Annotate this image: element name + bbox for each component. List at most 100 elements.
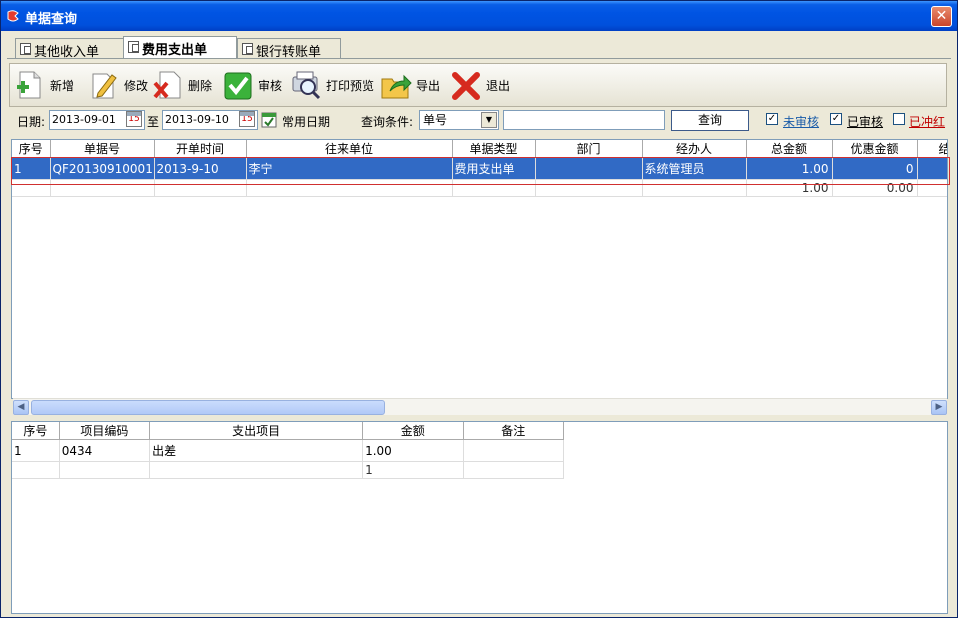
summary-cell: 1.00 xyxy=(746,179,833,197)
export-label: 导出 xyxy=(416,78,441,93)
tab-label: 费用支出单 xyxy=(142,43,208,58)
new-label: 新增 xyxy=(50,78,75,93)
delete-button[interactable]: 删除 xyxy=(152,68,212,102)
table-row[interactable]: 1 QF20130910001 2013-9-10 李宁 费用支出单 系统管理员 1.00 0 xyxy=(12,157,947,180)
scroll-left-icon[interactable]: ◀ xyxy=(13,400,29,415)
column-header[interactable]: 经办人 xyxy=(642,140,747,158)
summary-cell xyxy=(149,461,364,479)
query-text-input[interactable] xyxy=(503,110,665,130)
column-header[interactable]: 部门 xyxy=(535,140,643,158)
query-button[interactable]: 查询 xyxy=(671,110,749,131)
scroll-thumb[interactable] xyxy=(31,400,385,415)
summary-cell xyxy=(452,179,536,197)
query-condition-select[interactable]: 单号 ▼ xyxy=(419,110,499,130)
calendar-icon[interactable]: 15 xyxy=(239,111,255,127)
column-header[interactable]: 序号 xyxy=(12,422,60,440)
column-header[interactable]: 单据号 xyxy=(50,140,155,158)
column-header[interactable]: 结 xyxy=(917,140,947,158)
detail-table: 序号 项目编码 支出项目 金额 备注 1 0434 出差 1.00 1 xyxy=(12,422,565,479)
audited-checkbox[interactable]: ✓ xyxy=(830,113,842,125)
summary-cell xyxy=(246,179,453,197)
to-label: 至 xyxy=(147,115,160,129)
audited-label[interactable]: 已审核 xyxy=(847,113,883,130)
table-cell: 出差 xyxy=(149,439,364,462)
table-cell: 0 xyxy=(832,157,918,180)
tab-other-income[interactable]: 其他收入单 xyxy=(15,38,127,60)
table-row[interactable]: 1 0434 出差 1.00 xyxy=(12,439,565,462)
tab-bank-transfer[interactable]: 银行转账单 xyxy=(237,38,341,60)
horizontal-scrollbar[interactable]: ◀ ▶ xyxy=(13,398,947,415)
table-cell: 1 xyxy=(12,439,60,462)
column-header[interactable]: 优惠金额 xyxy=(832,140,918,158)
query-button-label: 查询 xyxy=(697,113,722,127)
new-button[interactable]: 新增 xyxy=(14,68,74,102)
table-cell xyxy=(535,157,643,180)
summary-cell xyxy=(642,179,747,197)
column-header[interactable]: 备注 xyxy=(463,422,565,440)
summary-cell xyxy=(535,179,643,197)
date-label: 日期: xyxy=(17,115,46,129)
print-preview-icon xyxy=(292,71,321,100)
close-button[interactable]: ✕ xyxy=(931,6,952,27)
table-cell xyxy=(463,439,565,462)
tab-expense[interactable]: 费用支出单 xyxy=(123,36,237,58)
export-button[interactable]: 导出 xyxy=(380,68,440,102)
summary-cell xyxy=(59,461,151,479)
summary-cell: 0.00 xyxy=(832,179,918,197)
bill-list-grid: 序号单据号开单时间往来单位单据类型部门经办人总金额优惠金额结 1QF201309… xyxy=(11,139,948,399)
detail-grid: 序号 项目编码 支出项目 金额 备注 1 0434 出差 1.00 1 xyxy=(11,421,948,614)
table-cell: 李宁 xyxy=(246,157,453,180)
calendar-icon[interactable]: 15 xyxy=(126,111,142,127)
document-icon xyxy=(128,41,139,53)
common-date-icon[interactable] xyxy=(261,111,277,128)
summary-cell xyxy=(917,179,947,197)
export-icon xyxy=(381,74,412,99)
summary-row: 1 xyxy=(12,461,565,479)
close-icon: ✕ xyxy=(935,8,948,24)
column-header[interactable]: 总金额 xyxy=(746,140,833,158)
toolbar: 新增 修改 删除 审核 打印预览 导出 退出 xyxy=(9,63,947,107)
summary-cell xyxy=(12,179,51,197)
audit-button[interactable]: 审核 xyxy=(222,68,282,102)
scroll-right-icon[interactable]: ▶ xyxy=(931,400,947,415)
date-from-value: 2013-09-01 xyxy=(52,113,116,126)
pencil-icon xyxy=(92,73,117,99)
print-preview-label: 打印预览 xyxy=(326,78,375,93)
document-icon xyxy=(242,43,253,55)
audit-label: 审核 xyxy=(258,78,283,93)
column-header[interactable]: 支出项目 xyxy=(149,422,364,440)
column-header[interactable]: 金额 xyxy=(362,422,464,440)
chevron-down-icon: ▼ xyxy=(481,112,497,128)
delete-icon xyxy=(153,71,181,99)
table-cell: 1.00 xyxy=(746,157,833,180)
table-cell: 2013-9-10 xyxy=(154,157,247,180)
query-condition-value: 单号 xyxy=(423,113,448,127)
summary-cell xyxy=(154,179,247,197)
query-condition-label: 查询条件: xyxy=(361,115,414,129)
summary-cell xyxy=(12,461,60,479)
edit-button[interactable]: 修改 xyxy=(88,68,148,102)
column-header[interactable]: 序号 xyxy=(12,140,51,158)
table-cell: 费用支出单 xyxy=(452,157,536,180)
column-header[interactable]: 往来单位 xyxy=(246,140,453,158)
exit-label: 退出 xyxy=(486,78,511,93)
reversed-checkbox[interactable] xyxy=(893,113,905,125)
new-document-icon xyxy=(17,71,41,99)
column-header[interactable]: 开单时间 xyxy=(154,140,247,158)
app-icon xyxy=(7,10,19,22)
summary-cell: 1 xyxy=(362,461,464,479)
bill-query-window: 单据查询 ✕ 其他收入单 费用支出单 银行转账单 新增 修改 删除 审核 打印预… xyxy=(0,0,958,618)
unaudited-checkbox[interactable]: ✓ xyxy=(766,113,778,125)
tab-panel-border xyxy=(7,58,951,59)
exit-button[interactable]: 退出 xyxy=(450,68,510,102)
column-header[interactable]: 单据类型 xyxy=(452,140,536,158)
summary-cell xyxy=(50,179,155,197)
print-preview-button[interactable]: 打印预览 xyxy=(290,68,374,102)
table-cell xyxy=(917,157,947,180)
common-date-link[interactable]: 常用日期 xyxy=(282,113,330,130)
unaudited-label[interactable]: 未审核 xyxy=(783,113,819,130)
table-cell: 系统管理员 xyxy=(642,157,747,180)
reversed-label[interactable]: 已冲红 xyxy=(909,113,945,130)
column-header[interactable]: 项目编码 xyxy=(59,422,151,440)
table-cell: 1 xyxy=(12,157,51,180)
